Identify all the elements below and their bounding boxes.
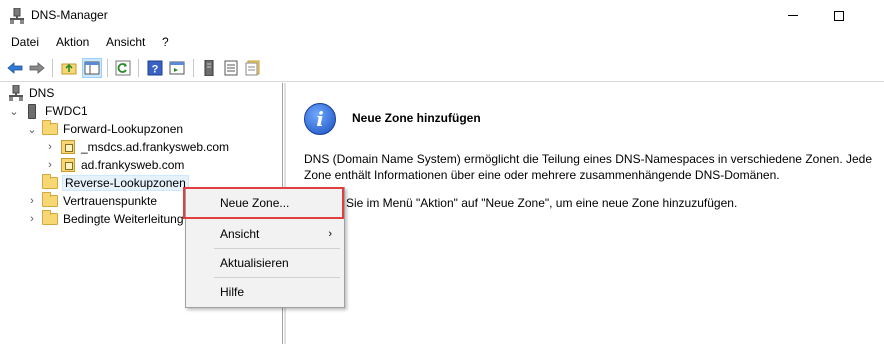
tree-item-zone-msdcs[interactable]: › _msdcs.ad.frankysweb.com — [44, 138, 229, 156]
show-hide-console-tree-button[interactable] — [82, 58, 102, 78]
folder-icon — [42, 174, 58, 190]
tree-item-zone-ad[interactable]: › ad.frankysweb.com — [44, 156, 184, 174]
menu-separator — [214, 218, 340, 219]
tree-item-conditional-forwarders[interactable]: › Bedingte Weiterleitung — [26, 210, 184, 228]
folder-icon — [42, 120, 58, 136]
tree-label: FWDC1 — [45, 104, 88, 118]
tree-label: _msdcs.ad.frankysweb.com — [81, 140, 230, 154]
menu-item-label: Neue Zone... — [220, 196, 290, 210]
menu-separator — [214, 277, 340, 278]
expanded-chevron-icon[interactable]: ⌄ — [26, 123, 38, 136]
server-icon — [204, 60, 214, 76]
dns-manager-app-icon — [10, 7, 24, 24]
dns-icon — [8, 85, 24, 101]
action-pane-button[interactable] — [167, 58, 187, 78]
properties-button[interactable] — [243, 58, 263, 78]
tree-label: Forward-Lookupzonen — [63, 122, 184, 136]
forward-icon — [29, 62, 45, 74]
menu-item-label: Hilfe — [220, 285, 245, 299]
server-icon — [24, 103, 40, 119]
minimize-button[interactable] — [770, 0, 816, 31]
title-bar: DNS-Manager — [0, 0, 884, 31]
context-menu-view[interactable]: Ansicht › — [186, 223, 344, 245]
toolbar: ? — [0, 54, 884, 82]
forward-button[interactable] — [27, 58, 47, 78]
maximize-button[interactable] — [816, 0, 862, 31]
svg-text:?: ? — [152, 64, 159, 76]
help-icon: ? — [147, 60, 163, 76]
tree-label: Bedingte Weiterleitung — [63, 212, 184, 226]
tree-item-dns[interactable]: DNS — [8, 84, 54, 102]
window-title: DNS-Manager — [31, 8, 108, 22]
properties-icon — [245, 60, 260, 76]
context-menu-help[interactable]: Hilfe — [186, 281, 344, 303]
collapsed-chevron-icon[interactable]: › — [44, 159, 56, 171]
detail-pane: i Neue Zone hinzufügen DNS (Domain Name … — [284, 83, 884, 344]
detail-description: DNS (Domain Name System) ermöglicht die … — [304, 152, 873, 182]
menu-aktion[interactable]: Aktion — [56, 35, 89, 49]
up-folder-button[interactable] — [59, 58, 79, 78]
menu-item-label: Ansicht — [220, 227, 260, 241]
collapsed-chevron-icon[interactable]: › — [26, 195, 38, 207]
folder-icon — [42, 210, 58, 226]
back-button[interactable] — [5, 58, 25, 78]
expanded-chevron-icon[interactable]: ⌄ — [8, 105, 20, 118]
tree-item-forward-lookup[interactable]: ⌄ Forward-Lookupzonen — [26, 120, 183, 138]
menu-datei[interactable]: Datei — [11, 35, 39, 49]
tree-item-fwdc1[interactable]: ⌄ FWDC1 — [8, 102, 88, 120]
console-tree-icon — [84, 61, 100, 75]
refresh-button[interactable] — [113, 58, 133, 78]
context-menu: Neue Zone... Ansicht › Aktualisieren Hil… — [185, 187, 345, 308]
maximize-icon — [834, 10, 844, 21]
menu-separator — [214, 248, 340, 249]
help-button[interactable]: ? — [145, 58, 165, 78]
info-icon: i — [304, 103, 336, 135]
folder-icon — [42, 192, 58, 208]
detail-title: Neue Zone hinzufügen — [352, 111, 481, 125]
back-icon — [7, 62, 23, 74]
collapsed-chevron-icon[interactable]: › — [44, 141, 56, 153]
detail-instruction: Sie im Menü "Aktion" auf "Neue Zone", um… — [346, 196, 738, 210]
zone-icon — [60, 158, 76, 172]
menu-ansicht[interactable]: Ansicht — [106, 35, 145, 49]
tree-label: Reverse-Lookupzonen — [62, 175, 189, 191]
context-menu-refresh[interactable]: Aktualisieren — [186, 252, 344, 274]
up-folder-icon — [61, 63, 77, 75]
list-icon — [224, 60, 238, 76]
action-pane-icon — [169, 61, 185, 75]
zone-icon — [60, 140, 76, 154]
collapsed-chevron-icon[interactable]: › — [26, 213, 38, 225]
server-button[interactable] — [199, 58, 219, 78]
tree-label: DNS — [29, 86, 55, 100]
menu-bar: Datei Aktion Ansicht ? — [0, 31, 884, 53]
tree-item-trust-points[interactable]: › Vertrauenspunkte — [26, 192, 157, 210]
tree-label: Vertrauenspunkte — [63, 194, 158, 208]
menu-item-label: Aktualisieren — [220, 256, 289, 270]
refresh-icon — [115, 60, 131, 76]
context-menu-new-zone[interactable]: Neue Zone... — [186, 192, 344, 214]
minimize-icon — [788, 15, 798, 16]
submenu-arrow-icon: › — [328, 228, 332, 240]
tree-item-reverse-lookup[interactable]: Reverse-Lookupzonen — [26, 174, 189, 192]
tree-label: ad.frankysweb.com — [81, 158, 185, 172]
list-button[interactable] — [221, 58, 241, 78]
menu-help[interactable]: ? — [162, 35, 169, 49]
